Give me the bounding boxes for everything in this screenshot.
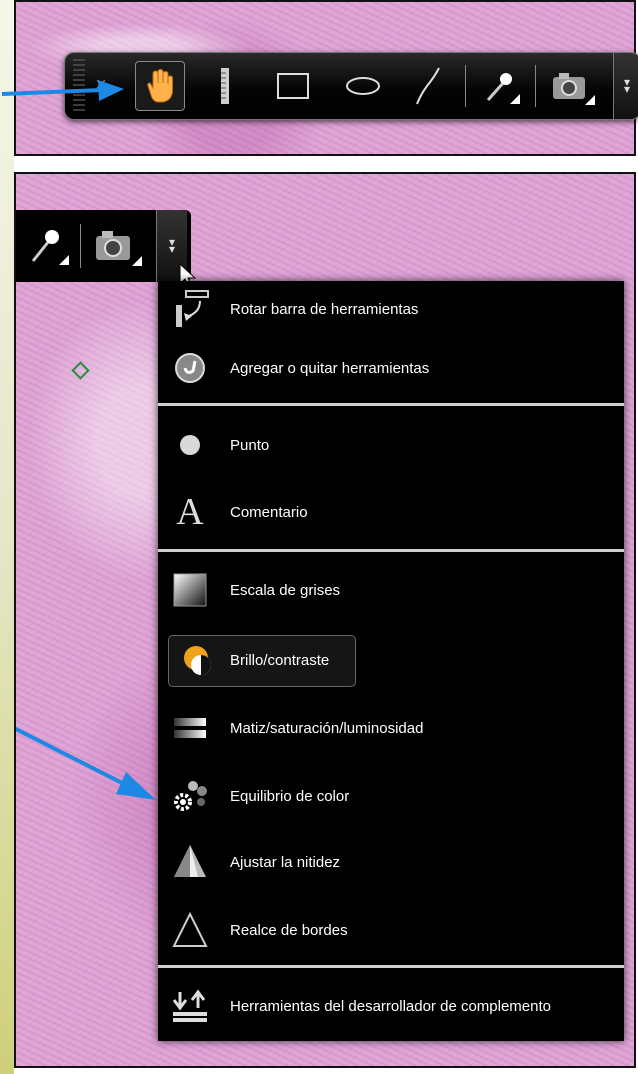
- camera-icon: [553, 73, 595, 105]
- edge-enhance-icon: [168, 908, 212, 952]
- chevron-double-down-icon: ▾ ▾: [168, 235, 176, 256]
- menu-item-label: Escala de grises: [230, 581, 341, 599]
- comment-a-icon: A: [176, 491, 204, 533]
- brightness-contrast-icon: [176, 638, 220, 682]
- menu-divider: [158, 549, 624, 552]
- ruler-icon: [221, 68, 229, 104]
- menu-item-label: Realce de bordes: [230, 921, 348, 939]
- camera-tool[interactable]: [549, 67, 595, 107]
- developer-tools-icon: [168, 984, 212, 1028]
- magic-wand-tool[interactable]: [26, 222, 70, 268]
- menu-item-add-remove-tools[interactable]: Agregar o quitar herramientas: [158, 345, 624, 391]
- menu-item-comment[interactable]: A Comentario: [158, 489, 624, 535]
- menu-item-sharpen[interactable]: Ajustar la nitidez: [158, 839, 624, 885]
- ellipse-icon: [346, 77, 380, 95]
- menu-divider: [158, 965, 624, 968]
- hand-pan-button[interactable]: [135, 61, 185, 111]
- menu-item-label: Agregar o quitar herramientas: [230, 359, 430, 377]
- sharpen-icon: [168, 840, 212, 884]
- menu-item-label: Punto: [230, 436, 270, 454]
- menu-item-point[interactable]: Punto: [158, 422, 624, 468]
- toolbar-separator: [535, 65, 536, 107]
- annotation-toolbar: ×: [64, 52, 638, 120]
- magic-wand-icon: [31, 230, 69, 265]
- menu-item-brightness-contrast[interactable]: Brillo/contraste: [158, 633, 624, 687]
- menu-item-label: Rotar barra de herramientas: [230, 300, 419, 318]
- point-icon: [168, 423, 212, 467]
- camera-tool[interactable]: [92, 224, 142, 268]
- menu-item-developer-tools[interactable]: Herramientas del desarrollador de comple…: [158, 983, 624, 1029]
- toolbar-separator: [465, 65, 466, 107]
- ruler-tool[interactable]: [215, 67, 235, 105]
- menu-item-label: Brillo/contraste: [230, 651, 330, 669]
- annotation-marker[interactable]: [71, 361, 90, 380]
- menu-item-label: Matiz/saturación/luminosidad: [230, 719, 424, 737]
- freehand-icon: [416, 67, 440, 105]
- magic-wand-tool[interactable]: [479, 65, 521, 107]
- grayscale-icon: [168, 568, 212, 612]
- freehand-tool[interactable]: [410, 63, 446, 109]
- side-gradient-strip: [0, 0, 14, 1074]
- menu-item-color-balance[interactable]: Equilibrio de color: [158, 773, 624, 819]
- hand-pan-icon: [147, 68, 173, 103]
- camera-icon: [96, 231, 142, 266]
- menu-item-label: Equilibrio de color: [230, 787, 350, 805]
- toolbar-separator: [80, 224, 81, 268]
- rotate-toolbar-icon: [168, 287, 212, 331]
- toolbar-overflow-button[interactable]: ▾ ▾: [613, 53, 638, 119]
- chevron-double-down-icon: ▾ ▾: [623, 75, 631, 96]
- menu-item-rotate-toolbar[interactable]: Rotar barra de herramientas: [158, 286, 624, 332]
- menu-item-label: Ajustar la nitidez: [230, 853, 341, 871]
- rectangle-tool[interactable]: [275, 70, 311, 102]
- menu-item-grayscale[interactable]: Escala de grises: [158, 567, 624, 613]
- color-balance-icon: [168, 774, 212, 818]
- pointer-arrow-icon: [2, 80, 124, 101]
- rectangle-icon: [277, 73, 309, 99]
- slide-viewer-bottom: ▾ ▾ Rotar barra de herramientas Agregar …: [14, 172, 636, 1068]
- menu-item-label: Herramientas del desarrollador de comple…: [230, 997, 551, 1015]
- add-remove-tools-icon: [168, 346, 212, 390]
- menu-item-label: Comentario: [230, 503, 308, 521]
- pointer-arrow-icon: [16, 726, 156, 800]
- annotation-toolbar-collapsed: ▾ ▾: [16, 210, 197, 289]
- menu-item-edge-enhance[interactable]: Realce de bordes: [158, 907, 624, 953]
- menu-divider: [158, 403, 624, 406]
- ellipse-tool[interactable]: [343, 73, 383, 99]
- toolbar-overflow-menu: Rotar barra de herramientas Agregar o qu…: [158, 281, 624, 1041]
- magic-wand-icon: [486, 73, 520, 104]
- hue-saturation-icon: [168, 706, 212, 750]
- menu-item-hue-saturation[interactable]: Matiz/saturación/luminosidad: [158, 705, 624, 751]
- slide-viewer-top: ×: [2, 0, 638, 156]
